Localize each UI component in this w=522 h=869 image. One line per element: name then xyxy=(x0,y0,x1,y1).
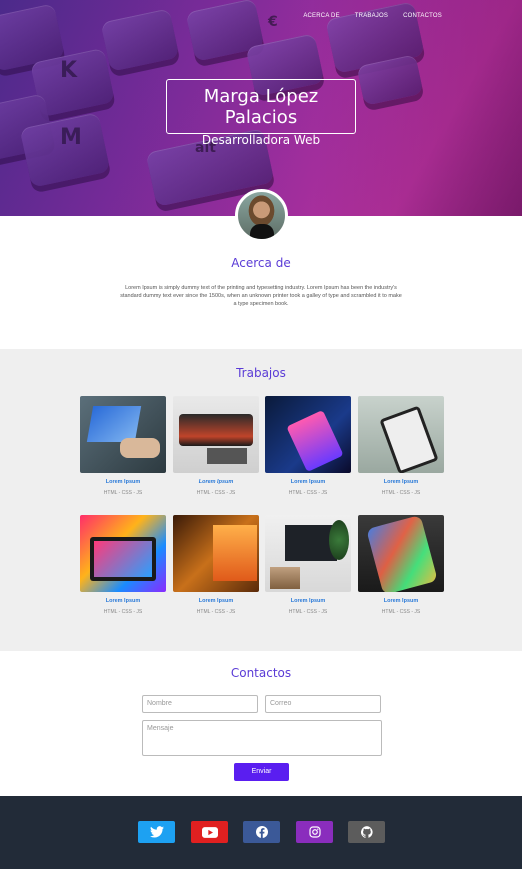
work-card[interactable]: Lorem Ipsum HTML - CSS - JS xyxy=(358,515,444,615)
instagram-icon xyxy=(308,826,321,838)
work-card[interactable]: Lorem Ipsum HTML - CSS - JS xyxy=(265,396,351,496)
youtube-icon xyxy=(201,826,218,838)
work-title[interactable]: Lorem Ipsum xyxy=(358,479,444,485)
footer xyxy=(0,796,522,869)
work-card[interactable]: Lorem Ipsum HTML - CSS - JS xyxy=(173,515,259,615)
work-title[interactable]: Lorem Ipsum xyxy=(80,598,166,604)
work-tech: HTML - CSS - JS xyxy=(288,609,328,615)
instagram-button[interactable] xyxy=(296,821,333,843)
work-thumbnail-code-laptop[interactable] xyxy=(265,515,351,592)
work-thumbnail-colorful-laptop[interactable] xyxy=(80,515,166,592)
top-nav: ACERCA DE TRABAJOS CONTACTOS xyxy=(303,13,442,19)
work-card[interactable]: Lorem Ipsum HTML - CSS - JS xyxy=(265,515,351,615)
work-thumbnail-phone[interactable] xyxy=(265,396,351,473)
work-tech: HTML - CSS - JS xyxy=(196,609,236,615)
message-field[interactable]: Mensaje xyxy=(142,720,382,756)
facebook-button[interactable] xyxy=(243,821,280,843)
nav-item-contactos[interactable]: CONTACTOS xyxy=(403,13,442,19)
hero-banner: K M alt € ACERCA DE TRABAJOS CONTACTOS M… xyxy=(0,0,522,216)
work-tech: HTML - CSS - JS xyxy=(103,609,143,615)
work-tech: HTML - CSS - JS xyxy=(381,490,421,496)
about-text: Lorem Ipsum is simply dummy text of the … xyxy=(120,285,402,307)
nav-item-trabajos[interactable]: TRABAJOS xyxy=(355,13,388,19)
hero-title-box: Marga López Palacios Desarrolladora Web xyxy=(166,79,356,147)
youtube-button[interactable] xyxy=(191,821,228,843)
contact-title: Contactos xyxy=(230,666,292,680)
about-title: Acerca de xyxy=(231,256,291,270)
nav-item-acerca[interactable]: ACERCA DE xyxy=(303,13,339,19)
work-thumbnail-sunset-laptop[interactable] xyxy=(173,515,259,592)
work-card[interactable]: Lorem Ipsum HTML - CSS - JS xyxy=(80,515,166,615)
work-thumbnail-iphone[interactable] xyxy=(358,515,444,592)
work-card[interactable]: Lorem Ipsum HTML - CSS - JS xyxy=(80,396,166,496)
work-card[interactable]: Lorem Ipsum HTML - CSS - JS xyxy=(173,396,259,496)
name-field[interactable]: Nombre xyxy=(142,695,258,713)
work-tech: HTML - CSS - JS xyxy=(288,490,328,496)
work-tech: HTML - CSS - JS xyxy=(103,490,143,496)
facebook-icon xyxy=(255,826,268,838)
work-title[interactable]: Lorem Ipsum xyxy=(358,598,444,604)
work-tech: HTML - CSS - JS xyxy=(196,490,236,496)
work-title[interactable]: Lorem Ipsum xyxy=(173,479,259,485)
hero-name: Marga López Palacios xyxy=(203,86,319,128)
github-icon xyxy=(360,826,373,838)
work-title[interactable]: Lorem Ipsum xyxy=(265,598,351,604)
work-card[interactable]: Lorem Ipsum HTML - CSS - JS xyxy=(358,396,444,496)
github-button[interactable] xyxy=(348,821,385,843)
work-title[interactable]: Lorem Ipsum xyxy=(80,479,166,485)
work-title[interactable]: Lorem Ipsum xyxy=(265,479,351,485)
email-field[interactable]: Correo xyxy=(265,695,381,713)
works-title: Trabajos xyxy=(236,366,286,380)
avatar xyxy=(235,189,288,242)
twitter-button[interactable] xyxy=(138,821,175,843)
twitter-icon xyxy=(149,826,164,838)
work-title[interactable]: Lorem Ipsum xyxy=(173,598,259,604)
work-thumbnail-tablet[interactable] xyxy=(358,396,444,473)
send-button[interactable]: Enviar xyxy=(234,763,289,781)
work-tech: HTML - CSS - JS xyxy=(381,609,421,615)
work-thumbnail-monitor[interactable] xyxy=(173,396,259,473)
hero-role: Desarrolladora Web xyxy=(201,133,321,147)
work-thumbnail-laptop[interactable] xyxy=(80,396,166,473)
